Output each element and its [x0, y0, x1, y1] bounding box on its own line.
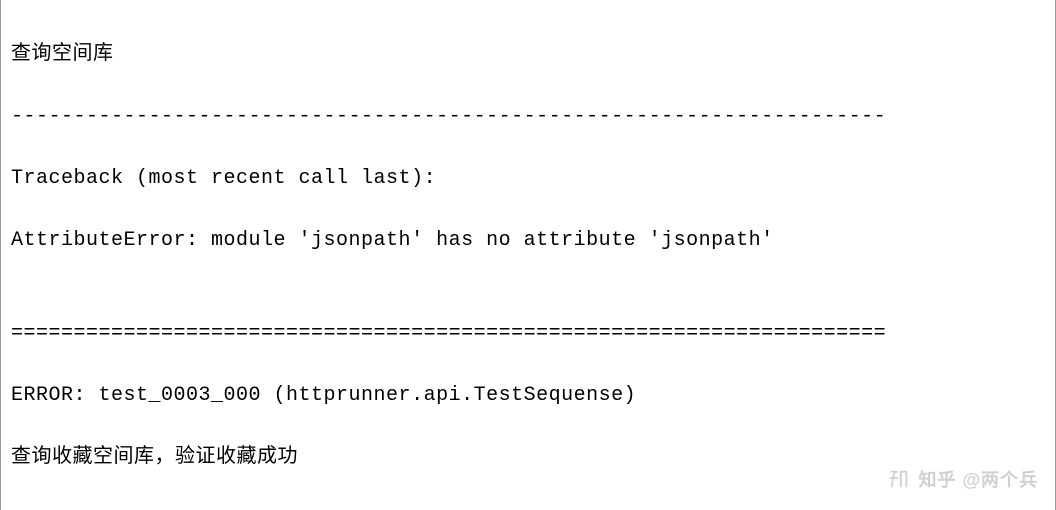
- console-line: ----------------------------------------…: [11, 101, 1045, 132]
- console-line: AttributeError: module 'jsonpath' has no…: [11, 225, 1045, 256]
- console-line: 查询空间库: [11, 39, 1045, 70]
- console-line: ----------------------------------------…: [11, 504, 1045, 510]
- console-line: ========================================…: [11, 318, 1045, 349]
- console-output: 查询空间库 ----------------------------------…: [0, 0, 1056, 510]
- watermark: 知乎 @两个兵: [888, 466, 1038, 492]
- watermark-text: 知乎 @两个兵: [918, 466, 1038, 492]
- zhihu-icon: [888, 468, 910, 490]
- console-line: ERROR: test_0003_000 (httprunner.api.Tes…: [11, 380, 1045, 411]
- console-line: Traceback (most recent call last):: [11, 163, 1045, 194]
